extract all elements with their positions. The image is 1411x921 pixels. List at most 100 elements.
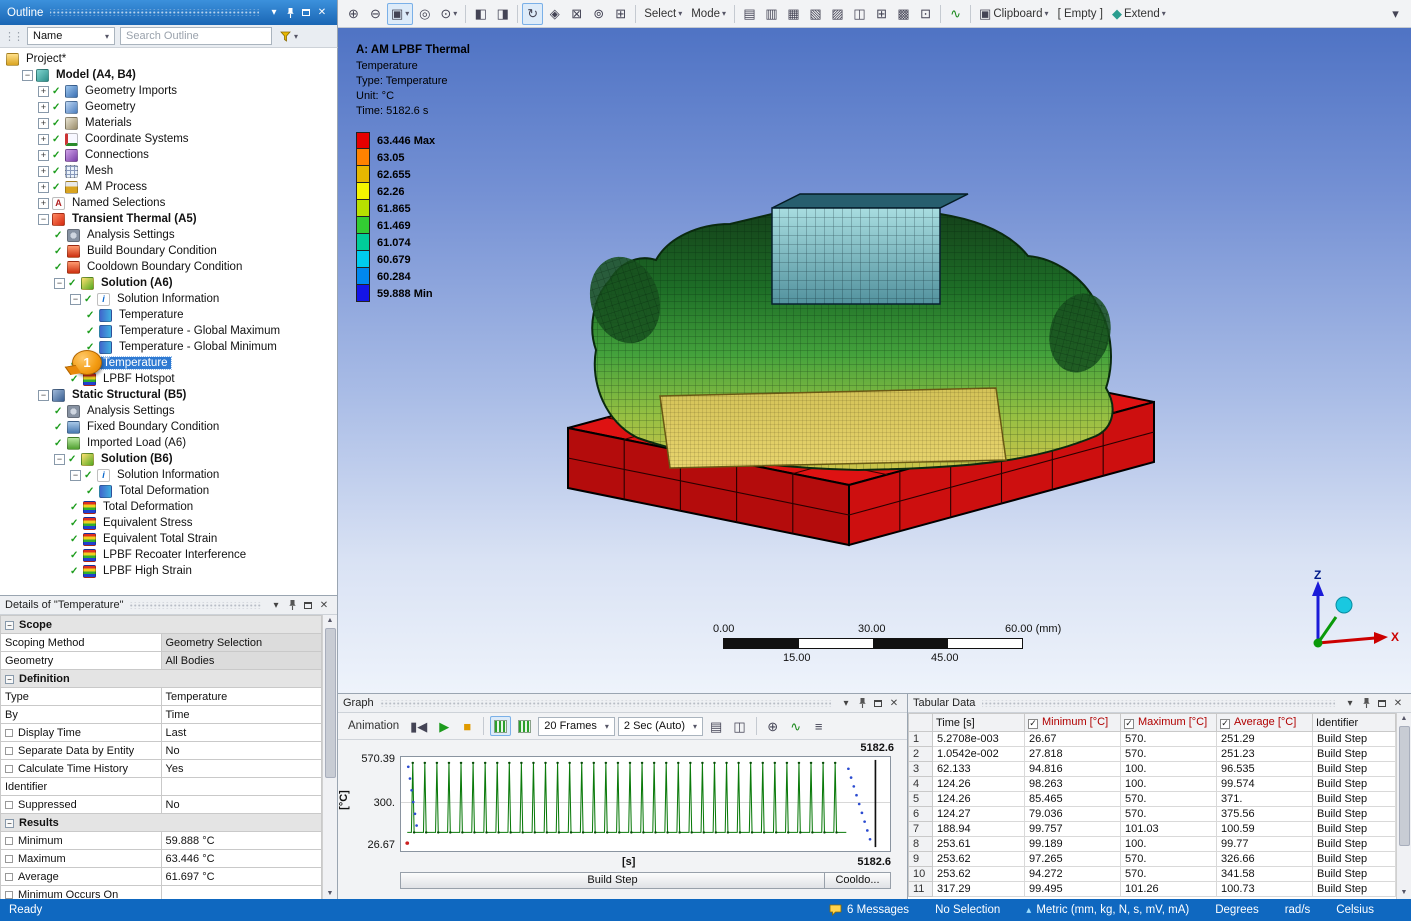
scrollbar-thumb[interactable]: [325, 628, 336, 778]
details-row-value[interactable]: No: [161, 742, 322, 760]
titlebar-drag-area[interactable]: [381, 700, 831, 707]
details-row-value[interactable]: Last: [161, 724, 322, 742]
tree-item-label[interactable]: Connections: [82, 149, 152, 161]
details-scrollbar[interactable]: ▲ ▼: [322, 615, 337, 900]
parameter-checkbox[interactable]: [5, 765, 13, 773]
parameter-checkbox[interactable]: [5, 837, 13, 845]
collapse-icon[interactable]: −: [70, 294, 81, 305]
filter-dropdown-button[interactable]: ▾: [277, 27, 301, 45]
titlebar-drag-area[interactable]: [982, 700, 1335, 707]
collapse-icon[interactable]: −: [38, 214, 49, 225]
tree-item-label[interactable]: Geometry: [82, 101, 139, 113]
tabular-row[interactable]: 21.0542e-00227.818570.251.23Build Step: [909, 747, 1396, 762]
close-icon[interactable]: ✕: [886, 696, 902, 711]
tree-item-label[interactable]: Solution (A6): [98, 277, 176, 289]
parameter-checkbox[interactable]: [5, 801, 13, 809]
tree-item[interactable]: −Static Structural (B5): [0, 387, 337, 403]
expand-icon[interactable]: +: [38, 86, 49, 97]
tabular-row[interactable]: 15.2708e-00326.67570.251.29Build Step: [909, 732, 1396, 747]
tree-item-label[interactable]: Cooldown Boundary Condition: [84, 261, 245, 273]
status-messages[interactable]: 6 Messages: [829, 904, 909, 916]
details-row-value[interactable]: Geometry Selection: [161, 634, 322, 652]
scrollbar-thumb[interactable]: [1399, 726, 1410, 846]
tree-item[interactable]: +✓Geometry: [0, 99, 337, 115]
maximize-icon[interactable]: [300, 598, 316, 613]
status-angle-unit[interactable]: Degrees: [1215, 904, 1258, 916]
tree-item[interactable]: −Transient Thermal (A5): [0, 211, 337, 227]
tree-item-label[interactable]: Fixed Boundary Condition: [84, 421, 222, 433]
outline-search-input[interactable]: [120, 27, 272, 45]
tree-item[interactable]: −✓Solution (A6): [0, 275, 337, 291]
select-mode-icon[interactable]: ▣▾: [387, 3, 413, 25]
tabular-row[interactable]: 8253.6199.189100.99.77Build Step: [909, 837, 1396, 852]
tree-item[interactable]: +✓Coordinate Systems: [0, 131, 337, 147]
tree-item[interactable]: ✓LPBF High Strain: [0, 563, 337, 579]
chevron-down-icon[interactable]: ▾: [1342, 696, 1358, 711]
tree-item[interactable]: +✓AM Process: [0, 179, 337, 195]
toolbar-overflow-icon[interactable]: ▾: [1385, 3, 1406, 25]
tree-item[interactable]: +Named Selections: [0, 195, 337, 211]
parameter-checkbox[interactable]: [5, 747, 13, 755]
tree-item-label[interactable]: Static Structural (B5): [69, 389, 189, 401]
chart-options-icon[interactable]: ≡: [809, 716, 829, 736]
tree-item-label[interactable]: Solution Information: [114, 469, 222, 481]
parameter-checkbox[interactable]: [5, 891, 13, 899]
zoom-time-icon[interactable]: ⊕: [763, 716, 783, 736]
collapse-icon[interactable]: −: [5, 675, 14, 684]
expand-icon[interactable]: +: [38, 182, 49, 193]
tree-item[interactable]: ✓Total Deformation: [0, 483, 337, 499]
box-zoom-icon[interactable]: ⊠: [566, 3, 587, 25]
tree-item[interactable]: ✓Equivalent Stress: [0, 515, 337, 531]
tree-item-label[interactable]: Model (A4, B4): [53, 69, 139, 81]
tree-item-label[interactable]: Equivalent Stress: [100, 517, 196, 529]
parameter-checkbox[interactable]: [5, 873, 13, 881]
tree-item-label[interactable]: Analysis Settings: [84, 229, 178, 241]
tabular-column-header[interactable]: ✓Minimum [°C]: [1025, 714, 1121, 732]
tree-item[interactable]: − Model (A4, B4): [0, 67, 337, 83]
tree-item[interactable]: ✓Temperature - Global Maximum: [0, 323, 337, 339]
details-row-value[interactable]: 63.446 °C: [161, 850, 322, 868]
tree-item-label[interactable]: Temperature: [100, 357, 171, 369]
tree-item[interactable]: −✓Solution Information: [0, 467, 337, 483]
details-row-value[interactable]: All Bodies: [161, 652, 322, 670]
previous-view-icon[interactable]: ◧: [470, 3, 491, 25]
tree-item[interactable]: ✓Analysis Settings: [0, 227, 337, 243]
stop-icon[interactable]: ■: [457, 716, 477, 736]
details-row-value[interactable]: No: [161, 796, 322, 814]
mode-dropdown[interactable]: Mode▾: [687, 3, 730, 25]
maximize-icon[interactable]: [1374, 696, 1390, 711]
scroll-down-icon[interactable]: ▼: [1401, 888, 1408, 898]
collapse-icon[interactable]: −: [54, 454, 65, 465]
rotate-icon[interactable]: ↻: [522, 3, 543, 25]
extend-dropdown[interactable]: ◆Extend▾: [1108, 3, 1170, 25]
parameter-checkbox[interactable]: [5, 855, 13, 863]
tree-item[interactable]: +✓Materials: [0, 115, 337, 131]
chevron-down-icon[interactable]: ▾: [266, 5, 282, 20]
tree-item[interactable]: +✓Connections: [0, 147, 337, 163]
bracket-part[interactable]: [579, 194, 1119, 470]
show-mesh-icon[interactable]: ▩: [893, 3, 914, 25]
zoom-in-icon[interactable]: ⊕: [343, 3, 364, 25]
close-icon[interactable]: ✕: [314, 5, 330, 20]
distributed-steps-icon[interactable]: [514, 716, 535, 736]
graphics-viewport[interactable]: A: AM LPBF Thermal Temperature Type: Tem…: [338, 28, 1411, 693]
tree-item[interactable]: +✓Mesh: [0, 163, 337, 179]
status-temperature-unit[interactable]: Celsius: [1336, 904, 1374, 916]
selection-edge-icon[interactable]: ▥: [761, 3, 782, 25]
drag-handle-icon[interactable]: ⋮⋮: [4, 30, 22, 43]
annotation-icon[interactable]: ⊡: [915, 3, 936, 25]
chart-icon[interactable]: ∿: [945, 3, 966, 25]
build-step-segment[interactable]: Build Step: [400, 872, 825, 889]
tree-item-label[interactable]: Solution (B6): [98, 453, 176, 465]
collapse-icon[interactable]: −: [22, 70, 33, 81]
select-dropdown[interactable]: Select▾: [640, 3, 686, 25]
tree-item[interactable]: Project*: [0, 51, 337, 67]
column-checkbox[interactable]: ✓: [1124, 719, 1134, 729]
tree-item[interactable]: ✓Imported Load (A6): [0, 435, 337, 451]
column-checkbox[interactable]: ✓: [1220, 719, 1230, 729]
chevron-down-icon[interactable]: ▾: [838, 696, 854, 711]
tree-item[interactable]: ✓Fixed Boundary Condition: [0, 419, 337, 435]
probe-icon[interactable]: ◎: [414, 3, 435, 25]
tabular-scrollbar[interactable]: ▲ ▼: [1396, 713, 1411, 899]
zoom-fit-icon[interactable]: ⊚: [588, 3, 609, 25]
